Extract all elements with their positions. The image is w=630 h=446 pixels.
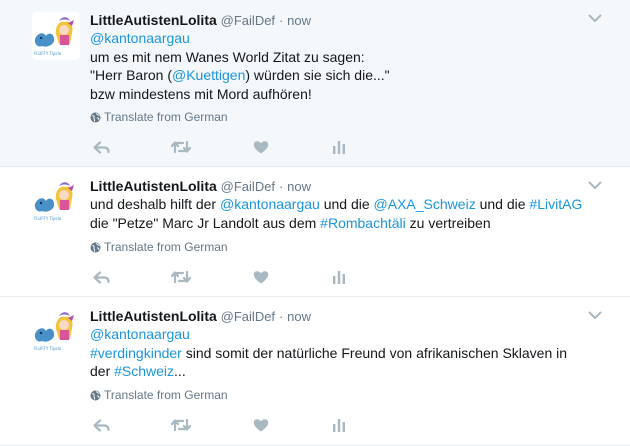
analytics-icon[interactable]: [328, 267, 350, 287]
mention-link[interactable]: @kantonaargau: [220, 196, 320, 212]
mention-link[interactable]: @AXA_Schweiz: [374, 196, 476, 212]
translate-link[interactable]: Translate from German: [90, 239, 228, 255]
avatar-image: FLUFFY Tipslo: [32, 177, 80, 225]
avatar-caption: FLUFFY Tipslo: [34, 216, 62, 221]
translate-label: Translate from German: [104, 110, 228, 124]
heart-icon[interactable]: [250, 415, 272, 435]
tweet-text: und deshalb hilft der @kantonaargau und …: [90, 195, 600, 232]
retweet-icon[interactable]: [170, 415, 192, 435]
tweet-timestamp[interactable]: now: [287, 309, 311, 324]
mention-link[interactable]: @kantonaargau: [90, 30, 190, 46]
tweet-timestamp[interactable]: now: [287, 179, 311, 194]
text-segment: um es mit nem Wanes World Zitat zu sagen…: [90, 48, 365, 65]
text-segment: zu vertreiben: [405, 214, 491, 231]
author-handle[interactable]: @FailDef: [221, 309, 275, 324]
tweet-header: LittleAutistenLolita @FailDef · now: [90, 177, 311, 195]
tweet-text: @kantonaargau um es mit nem Wanes World …: [90, 29, 600, 103]
chevron-down-icon[interactable]: [586, 178, 604, 192]
tweet-line: "Herr Baron (@Kuettigen) würden sie sich…: [90, 66, 600, 85]
tweet[interactable]: FLUFFY Tipslo LittleAutistenLolita @Fail…: [0, 297, 630, 446]
mention-link[interactable]: @kantonaargau: [90, 326, 190, 342]
author-name[interactable]: LittleAutistenLolita: [90, 308, 217, 324]
avatar[interactable]: FLUFFY Tipslo: [32, 177, 80, 225]
text-segment: sind somit der natürliche Freund von afr…: [181, 344, 568, 361]
text-segment: der: [90, 363, 115, 379]
tweet-timeline: FLUFFY Tipslo LittleAutistenLolita @Fail…: [0, 0, 630, 446]
tweet[interactable]: FLUFFY Tipslo LittleAutistenLolita @Fail…: [0, 0, 630, 167]
retweet-icon[interactable]: [170, 137, 192, 157]
chevron-down-icon[interactable]: [586, 11, 604, 25]
text-segment: ...: [174, 363, 186, 379]
text-segment: und die: [475, 196, 530, 212]
avatar-image: FLUFFY Tipslo: [32, 12, 80, 60]
analytics-icon[interactable]: [328, 415, 350, 435]
tweet-header: LittleAutistenLolita @FailDef · now: [90, 307, 311, 325]
avatar-caption: FLUFFY Tipslo: [34, 346, 62, 351]
separator-dot: ·: [278, 309, 284, 324]
author-name[interactable]: LittleAutistenLolita: [90, 12, 217, 28]
text-segment: und die: [319, 196, 374, 212]
tweet-line: @kantonaargau: [90, 325, 600, 344]
tweet-line: die "Petze" Marc Jr Landolt aus dem #Rom…: [90, 214, 600, 233]
tweet-line: #verdingkinder sind somit der natürliche…: [90, 344, 600, 363]
tweet-line: um es mit nem Wanes World Zitat zu sagen…: [90, 48, 600, 67]
heart-icon[interactable]: [250, 137, 272, 157]
avatar[interactable]: FLUFFY Tipslo: [32, 12, 80, 60]
author-name[interactable]: LittleAutistenLolita: [90, 178, 217, 194]
hashtag-link[interactable]: #verdingkinder: [90, 345, 182, 361]
globe-icon: [90, 389, 101, 405]
separator-dot: ·: [278, 179, 284, 194]
globe-icon: [90, 111, 101, 127]
heart-icon[interactable]: [250, 267, 272, 287]
text-segment: "Herr Baron (: [90, 67, 172, 83]
tweet-line: @kantonaargau: [90, 29, 600, 48]
text-segment: und deshalb hilft der: [90, 196, 220, 212]
reply-icon[interactable]: [90, 137, 112, 157]
retweet-icon[interactable]: [170, 267, 192, 287]
globe-icon: [90, 241, 101, 257]
reply-icon[interactable]: [90, 267, 112, 287]
analytics-icon[interactable]: [328, 137, 350, 157]
tweet-line: der #Schweiz...: [90, 362, 600, 381]
chevron-down-icon[interactable]: [586, 308, 604, 322]
avatar-caption: FLUFFY Tipslo: [34, 51, 62, 56]
author-handle[interactable]: @FailDef: [221, 179, 275, 194]
text-segment: bzw mindestens mit Mord aufhören!: [90, 85, 312, 102]
tweet-line: und deshalb hilft der @kantonaargau und …: [90, 195, 600, 214]
translate-link[interactable]: Translate from German: [90, 109, 228, 125]
translate-link[interactable]: Translate from German: [90, 387, 228, 403]
tweet-header: LittleAutistenLolita @FailDef · now: [90, 11, 311, 29]
translate-label: Translate from German: [104, 240, 228, 254]
separator-dot: ·: [278, 13, 284, 28]
hashtag-link[interactable]: #Schweiz: [114, 363, 174, 379]
text-segment: ) würden sie sich die...": [245, 67, 390, 83]
tweet-timestamp[interactable]: now: [287, 13, 311, 28]
translate-label: Translate from German: [104, 388, 228, 402]
reply-icon[interactable]: [90, 415, 112, 435]
text-segment: die "Petze" Marc Jr Landolt aus dem: [90, 214, 321, 231]
avatar-image: FLUFFY Tipslo: [32, 307, 80, 355]
author-handle[interactable]: @FailDef: [221, 13, 275, 28]
hashtag-link[interactable]: #Rombachtäli: [320, 215, 406, 231]
hashtag-link[interactable]: #LivitAG: [529, 196, 582, 212]
tweet-text: @kantonaargau #verdingkinder sind somit …: [90, 325, 600, 381]
tweet-line: bzw mindestens mit Mord aufhören!: [90, 85, 600, 104]
avatar[interactable]: FLUFFY Tipslo: [32, 307, 80, 355]
tweet[interactable]: FLUFFY Tipslo LittleAutistenLolita @Fail…: [0, 167, 630, 297]
mention-link[interactable]: @Kuettigen: [172, 67, 245, 83]
